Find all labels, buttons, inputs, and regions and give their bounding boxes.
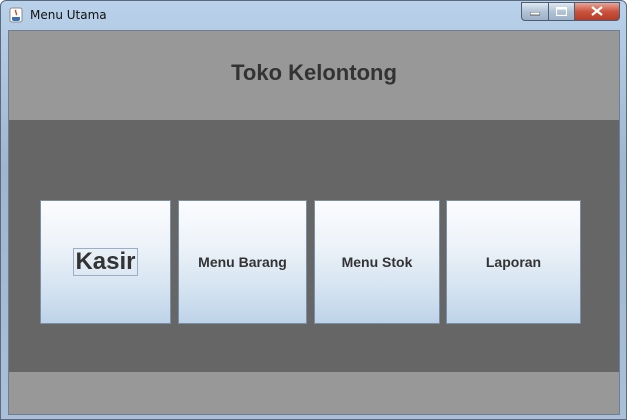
laporan-button[interactable]: Laporan <box>446 200 581 324</box>
content-area: Toko Kelontong Kasir Menu Barang Menu St… <box>8 30 620 415</box>
menu-barang-button-label: Menu Barang <box>198 254 287 270</box>
app-window: Menu Utama Toko Kelontong Kasir Menu Bar… <box>0 0 627 420</box>
menu-panel: Kasir Menu Barang Menu Stok Laporan <box>9 120 619 372</box>
minimize-icon <box>529 3 541 21</box>
java-icon <box>9 7 23 23</box>
laporan-button-label: Laporan <box>485 254 542 270</box>
minimize-button[interactable] <box>521 2 548 21</box>
close-button[interactable] <box>574 2 620 21</box>
maximize-icon <box>555 3 568 21</box>
window-controls <box>521 2 620 21</box>
kasir-button-label: Kasir <box>73 248 138 276</box>
title-bar[interactable]: Menu Utama <box>1 1 626 29</box>
menu-barang-button[interactable]: Menu Barang <box>178 200 307 324</box>
maximize-button[interactable] <box>548 2 574 21</box>
menu-stok-button-label: Menu Stok <box>341 254 413 270</box>
page-title: Toko Kelontong <box>231 60 397 85</box>
window-title: Menu Utama <box>30 8 107 22</box>
close-icon <box>591 3 603 21</box>
kasir-button[interactable]: Kasir <box>40 200 171 324</box>
menu-stok-button[interactable]: Menu Stok <box>314 200 440 324</box>
